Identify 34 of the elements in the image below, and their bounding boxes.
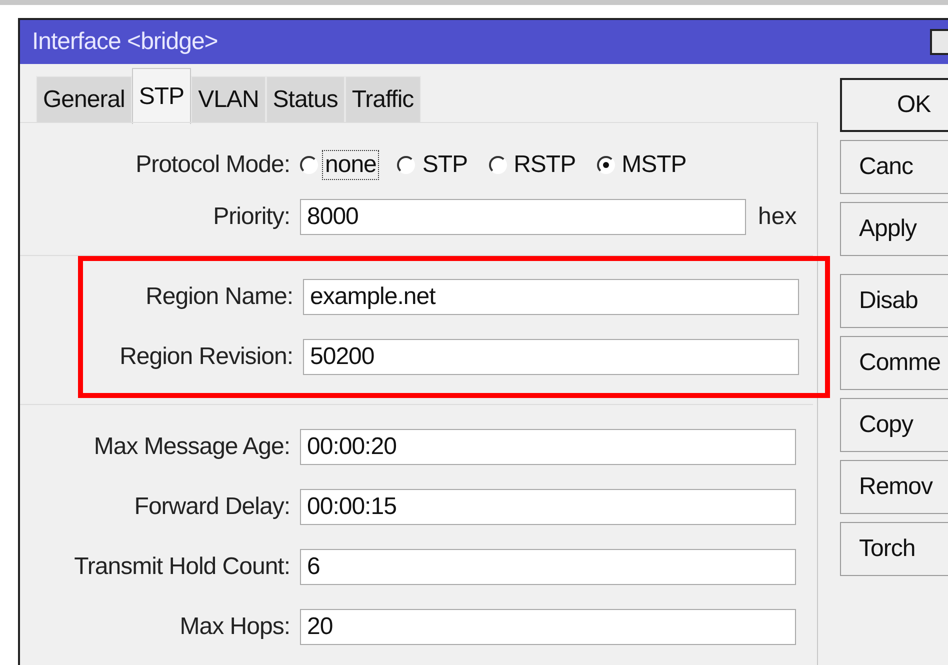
field-label: Protocol Mode: bbox=[134, 151, 291, 179]
radio-label[interactable]: MSTP bbox=[618, 150, 690, 180]
tab[interactable]: STP bbox=[132, 68, 192, 124]
dialog-button[interactable]: Copy bbox=[840, 398, 948, 452]
dialog-button[interactable]: Torch bbox=[840, 522, 948, 576]
field-label: Region Revision: bbox=[118, 343, 294, 371]
tab[interactable]: Status bbox=[266, 76, 345, 122]
text-field[interactable]: example.net bbox=[303, 279, 799, 315]
field-label: Region Name: bbox=[144, 283, 294, 311]
text-field[interactable]: 8000 bbox=[300, 199, 746, 235]
radio-label[interactable]: RSTP bbox=[510, 150, 579, 180]
dialog-button[interactable]: Comme bbox=[840, 336, 948, 390]
dialog-button[interactable]: Apply bbox=[840, 202, 948, 256]
window-title: Interface <bridge> bbox=[32, 28, 218, 56]
tab[interactable]: VLAN bbox=[191, 76, 266, 122]
text-field[interactable]: 00:00:15 bbox=[300, 489, 796, 525]
field-label: Max Hops: bbox=[178, 613, 291, 641]
field-label: Transmit Hold Count: bbox=[73, 553, 291, 581]
dialog-button[interactable]: Disab bbox=[840, 274, 948, 328]
text-field[interactable]: 00:00:20 bbox=[300, 429, 796, 465]
dialog-button[interactable]: Canc bbox=[840, 140, 948, 194]
field-label: Priority: bbox=[212, 203, 291, 231]
field-label: Forward Delay: bbox=[133, 493, 291, 521]
tab[interactable]: General bbox=[36, 76, 132, 122]
dialog-button[interactable]: OK bbox=[840, 78, 948, 132]
radio-label[interactable]: none bbox=[322, 150, 380, 180]
dialog-button[interactable]: Remov bbox=[840, 460, 948, 514]
text-field[interactable]: 20 bbox=[300, 609, 796, 645]
tab[interactable]: Traffic bbox=[344, 76, 421, 122]
text-field[interactable]: 6 bbox=[300, 549, 796, 585]
field-label: Max Message Age: bbox=[92, 433, 291, 461]
unit-label: hex bbox=[758, 203, 797, 231]
text-field[interactable]: 50200 bbox=[303, 339, 799, 375]
radio-label[interactable]: STP bbox=[419, 150, 471, 180]
